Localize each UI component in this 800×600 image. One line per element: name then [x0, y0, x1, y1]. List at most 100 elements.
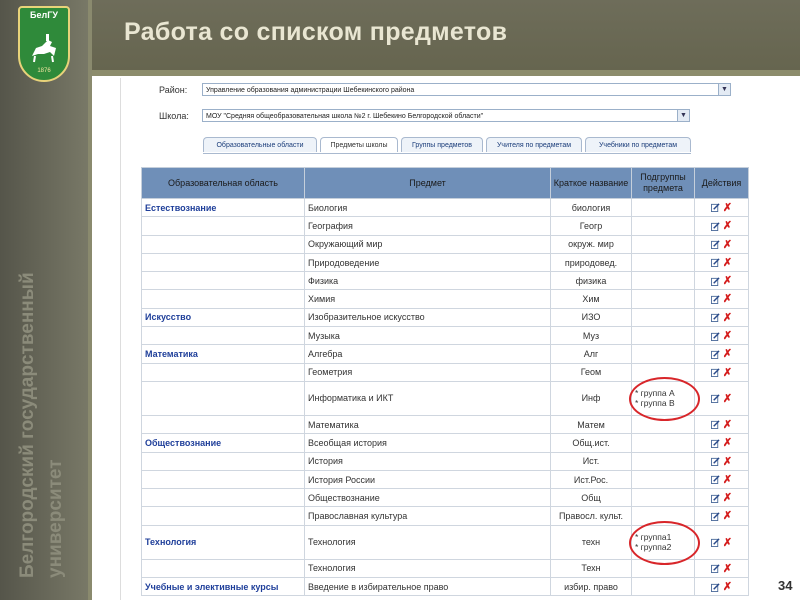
subgroups-cell	[631, 252, 695, 273]
chevron-down-icon[interactable]: ▼	[718, 84, 730, 95]
tab-education-areas[interactable]: Образовательные области	[203, 137, 317, 152]
edit-icon[interactable]	[710, 222, 720, 231]
actions-cell: ✗	[694, 362, 749, 382]
tab-textbooks-by-subject[interactable]: Учебники по предметам	[585, 137, 691, 152]
edit-icon[interactable]	[710, 394, 720, 404]
delete-icon[interactable]: ✗	[723, 537, 732, 548]
delete-icon[interactable]: ✗	[723, 393, 732, 404]
edit-icon[interactable]	[710, 494, 720, 503]
area-cell[interactable]: Учебные и элективные курсы	[141, 577, 305, 597]
chevron-down-icon[interactable]: ▼	[677, 110, 689, 121]
delete-icon[interactable]: ✗	[723, 474, 732, 485]
delete-icon[interactable]: ✗	[723, 312, 732, 323]
edit-icon[interactable]	[710, 240, 720, 250]
edit-icon[interactable]	[710, 331, 720, 341]
edit-icon[interactable]	[710, 295, 720, 304]
edit-icon[interactable]	[710, 512, 720, 521]
edit-icon[interactable]	[710, 457, 720, 467]
subgroups-cell	[631, 433, 695, 453]
area-cell[interactable]: Математика	[141, 344, 305, 364]
header-short-name: Краткое название	[550, 167, 632, 199]
actions-cell: ✗	[694, 252, 749, 273]
edit-icon[interactable]	[710, 258, 720, 268]
tab-school-subjects[interactable]: Предметы школы	[320, 137, 398, 152]
delete-icon[interactable]: ✗	[723, 202, 732, 213]
header-area: Образовательная область	[141, 167, 305, 199]
short-name-cell: Инф	[550, 380, 632, 416]
table-row: Обществознание Общ ✗	[141, 488, 749, 508]
edit-icon[interactable]	[710, 538, 720, 548]
edit-icon[interactable]	[710, 350, 720, 359]
subject-cell: Математика	[304, 414, 551, 435]
area-cell[interactable]: Обществознание	[141, 433, 305, 453]
delete-icon[interactable]: ✗	[723, 239, 732, 250]
page-number: 34	[778, 578, 793, 593]
delete-icon[interactable]: ✗	[723, 419, 732, 430]
area-cell[interactable]: Технология	[141, 524, 305, 560]
subgroups-cell	[631, 289, 695, 309]
subgroups-cell	[631, 577, 695, 597]
short-name-cell: физика	[550, 271, 632, 291]
delete-icon[interactable]: ✗	[723, 294, 732, 305]
tab-subject-groups[interactable]: Группы предметов	[401, 137, 483, 152]
subgroup-item: * группа1	[635, 532, 672, 543]
delete-icon[interactable]: ✗	[723, 563, 732, 574]
table-row: Химия Хим ✗	[141, 289, 749, 309]
delete-icon[interactable]: ✗	[723, 582, 732, 593]
subgroups-cell	[631, 469, 695, 490]
edit-icon[interactable]	[710, 313, 720, 323]
area-cell[interactable]: Естествознание	[141, 197, 305, 218]
table-row: Технология Технология техн * группа1 * групп…	[141, 524, 749, 560]
delete-icon[interactable]: ✗	[723, 456, 732, 467]
table-row: Естествознание Биология биология ✗	[141, 197, 749, 218]
tab-teachers-by-subject[interactable]: Учителя по предметам	[486, 137, 582, 152]
actions-cell: ✗	[694, 271, 749, 291]
school-select[interactable]: МОУ "Средняя общеобразовательная школа №…	[202, 109, 690, 122]
actions-cell: ✗	[694, 216, 749, 236]
edit-icon[interactable]	[710, 564, 720, 574]
delete-icon[interactable]: ✗	[723, 367, 732, 378]
edit-icon[interactable]	[710, 203, 720, 213]
edit-icon[interactable]	[710, 368, 720, 378]
short-name-cell: Ист.	[550, 451, 632, 471]
subgroups-cell	[631, 307, 695, 328]
actions-cell: ✗	[694, 307, 749, 328]
actions-cell: ✗	[694, 414, 749, 435]
subject-cell: Окружающий мир	[304, 234, 551, 254]
delete-icon[interactable]: ✗	[723, 331, 732, 342]
edit-icon[interactable]	[710, 582, 720, 592]
subject-cell: Геометрия	[304, 362, 551, 382]
subject-cell: Биология	[304, 197, 551, 218]
edit-icon[interactable]	[710, 475, 720, 485]
delete-icon[interactable]: ✗	[723, 511, 732, 522]
short-name-cell: Общ.ист.	[550, 433, 632, 453]
header-subgroups: Подгруппы предмета	[631, 167, 695, 199]
area-cell	[141, 271, 305, 291]
subgroups-cell	[631, 326, 695, 346]
area-cell	[141, 414, 305, 435]
actions-cell: ✗	[694, 506, 749, 526]
area-cell[interactable]: Искусство	[141, 307, 305, 328]
district-select[interactable]: Управление образования администрации Шеб…	[202, 83, 731, 96]
delete-icon[interactable]: ✗	[723, 221, 732, 232]
subgroups-cell	[631, 558, 695, 579]
delete-icon[interactable]: ✗	[723, 438, 732, 449]
delete-icon[interactable]: ✗	[723, 493, 732, 504]
table-row: История Ист. ✗	[141, 451, 749, 471]
actions-cell: ✗	[694, 451, 749, 471]
delete-icon[interactable]: ✗	[723, 257, 732, 268]
delete-icon[interactable]: ✗	[723, 349, 732, 360]
subject-cell: Введение в избирательное право	[304, 577, 551, 597]
edit-icon[interactable]	[710, 277, 720, 286]
subject-cell: История	[304, 451, 551, 471]
edit-icon[interactable]	[710, 420, 720, 430]
table-row: Окружающий мир окруж. мир ✗	[141, 234, 749, 254]
delete-icon[interactable]: ✗	[723, 276, 732, 287]
subgroups-cell	[631, 488, 695, 508]
subgroups-cell	[631, 197, 695, 218]
table-row: Искусство Изобразительное искусство ИЗО ✗	[141, 307, 749, 328]
edit-icon[interactable]	[710, 439, 720, 448]
table-row: Математика Алгебра Алг ✗	[141, 344, 749, 364]
table-row: География Геогр ✗	[141, 216, 749, 236]
actions-cell: ✗	[694, 488, 749, 508]
